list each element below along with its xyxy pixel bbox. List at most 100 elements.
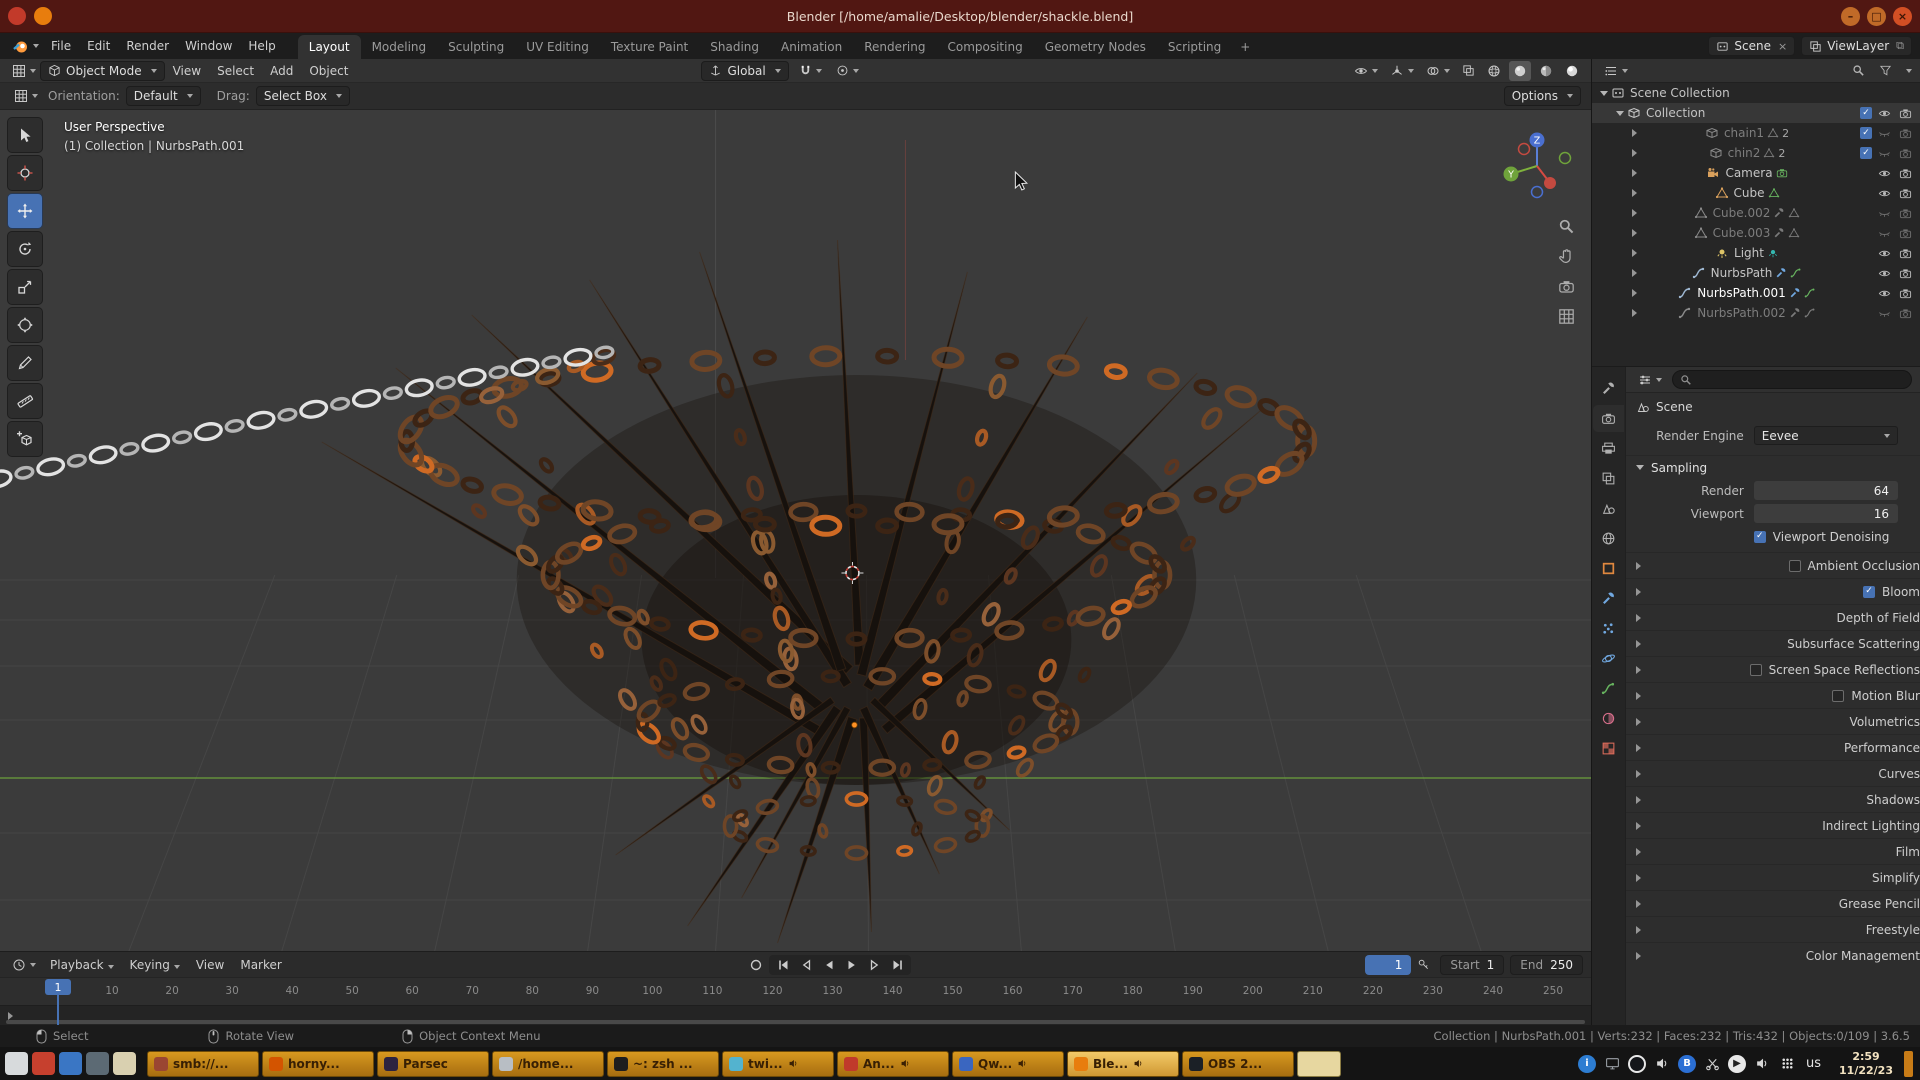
launcher-web-browser[interactable] (32, 1052, 55, 1075)
editor-type-button[interactable] (8, 64, 40, 78)
exclude-checkbox[interactable] (1860, 147, 1872, 159)
menu-window[interactable]: Window (177, 39, 240, 53)
xray-toggle[interactable] (1458, 64, 1479, 77)
timeline-ruler[interactable]: 1102030405060708090100110120130140150160… (0, 977, 1591, 1005)
auto-keying-toggle[interactable] (744, 955, 767, 975)
outliner-editor-icon[interactable] (1600, 64, 1632, 78)
hide-viewport-toggle[interactable] (1875, 147, 1893, 160)
transform-orientation-select[interactable]: Global (701, 61, 788, 81)
add-workspace-button[interactable]: + (1232, 35, 1258, 59)
workspace-tab-rendering[interactable]: Rendering (853, 35, 936, 59)
outliner-row-chin2[interactable]: chin22 (1592, 143, 1920, 163)
outliner-row-Collection[interactable]: Collection (1592, 103, 1920, 123)
viewport-menu-add[interactable]: Add (262, 64, 301, 78)
taskbar-window-an[interactable]: An... (837, 1051, 949, 1077)
disable-render-toggle[interactable] (1896, 307, 1914, 320)
workspace-tab-modeling[interactable]: Modeling (361, 35, 438, 59)
frame-start-field[interactable]: Start1 (1440, 955, 1504, 975)
expander-icon[interactable] (1632, 169, 1703, 177)
workspace-tab-sculpting[interactable]: Sculpting (437, 35, 515, 59)
section-depth-of-field[interactable]: Depth of Field (1626, 604, 1920, 630)
section-sampling[interactable]: Sampling (1626, 455, 1920, 479)
shading-material-button[interactable] (1535, 61, 1557, 81)
active-tool-icon[interactable] (10, 89, 42, 103)
launcher-file-manager[interactable] (59, 1052, 82, 1075)
taskbar-window-obs2[interactable]: OBS 2... (1182, 1051, 1294, 1077)
properties-tab-tool[interactable] (1593, 375, 1624, 402)
properties-tab-particles[interactable] (1593, 615, 1624, 642)
outliner-filter-icon[interactable] (1875, 64, 1896, 77)
play-reverse-button[interactable] (817, 955, 840, 975)
shading-solid-button[interactable] (1509, 61, 1531, 81)
properties-editor-icon[interactable] (1634, 373, 1666, 387)
samples-render-field[interactable]: 64 (1754, 481, 1898, 500)
tool-transform-button[interactable] (7, 307, 43, 343)
disable-render-toggle[interactable] (1896, 247, 1914, 260)
blender-app-icon[interactable] (34, 7, 52, 25)
tray-workspaces-grid[interactable] (1778, 1055, 1796, 1073)
samples-viewport-field[interactable]: 16 (1754, 504, 1898, 523)
disable-render-toggle[interactable] (1896, 287, 1914, 300)
properties-tab-output[interactable] (1593, 435, 1624, 462)
taskbar-window-qw[interactable]: Qw... (952, 1051, 1064, 1077)
tray-volume[interactable] (1653, 1055, 1671, 1073)
menu-edit[interactable]: Edit (79, 39, 118, 53)
menu-file[interactable]: File (43, 39, 79, 53)
shading-wireframe-button[interactable] (1483, 61, 1505, 81)
section-subsurface-scattering[interactable]: Subsurface Scattering (1626, 630, 1920, 656)
taskbar-window-home[interactable]: /home... (492, 1051, 604, 1077)
hide-viewport-toggle[interactable] (1875, 287, 1893, 300)
properties-tab-modifiers[interactable] (1593, 585, 1624, 612)
expander-icon[interactable] (1632, 309, 1675, 317)
workspace-tab-geometry-nodes[interactable]: Geometry Nodes (1034, 35, 1157, 59)
properties-tab-physics[interactable] (1593, 645, 1624, 672)
disable-render-toggle[interactable] (1896, 227, 1914, 240)
menu-render[interactable]: Render (118, 39, 177, 53)
section-curves[interactable]: Curves (1626, 760, 1920, 786)
play-button[interactable] (840, 955, 863, 975)
section-screen-space-reflections[interactable]: Screen Space Reflections (1626, 656, 1920, 682)
viewport-ortho-button[interactable] (1558, 308, 1575, 325)
section-performance[interactable]: Performance (1626, 734, 1920, 760)
taskbar-window-zsh[interactable]: ~: zsh ... (607, 1051, 719, 1077)
channel-expand-icon[interactable] (8, 1012, 1583, 1020)
maximize-button[interactable]: □ (1867, 7, 1886, 26)
expander-icon[interactable] (1632, 269, 1689, 277)
viewlayer-copy-icon[interactable]: ⧉ (1896, 39, 1904, 53)
properties-search-input[interactable] (1672, 370, 1912, 389)
bloom-checkbox[interactable] (1863, 586, 1875, 598)
scene-unlink-icon[interactable]: × (1778, 40, 1787, 53)
tool-add-cube-button[interactable] (7, 421, 43, 457)
outliner-row-NurbsPath[interactable]: NurbsPath (1592, 263, 1920, 283)
launcher-whisker-menu[interactable] (5, 1052, 28, 1075)
next-keyframe-button[interactable] (863, 955, 886, 975)
outliner-row-Camera[interactable]: Camera (1592, 163, 1920, 183)
section-indirect-lighting[interactable]: Indirect Lighting (1626, 812, 1920, 838)
taskbar-window-blank[interactable] (1297, 1051, 1341, 1077)
disable-render-toggle[interactable] (1896, 127, 1914, 140)
workspace-tab-layout[interactable]: Layout (298, 35, 361, 59)
snap-toggle[interactable] (795, 64, 826, 77)
show-desktop-button[interactable] (1904, 1051, 1913, 1077)
timeline-editor-icon[interactable] (8, 958, 40, 972)
tray-audio-mixer[interactable] (1753, 1055, 1771, 1073)
timeline-track[interactable] (0, 1005, 1591, 1026)
workspace-tab-scripting[interactable]: Scripting (1157, 35, 1232, 59)
expander-icon[interactable] (1616, 111, 1624, 116)
hide-viewport-toggle[interactable] (1875, 187, 1893, 200)
expander-icon[interactable] (1632, 129, 1702, 137)
section-bloom[interactable]: Bloom (1626, 578, 1920, 604)
expander-icon[interactable] (1632, 189, 1712, 197)
section-color-management[interactable]: Color Management (1626, 942, 1920, 968)
tray-bluetooth[interactable]: B (1678, 1055, 1696, 1073)
timeline-menu-keying[interactable]: Keying (122, 958, 188, 972)
section-volumetrics[interactable]: Volumetrics (1626, 708, 1920, 734)
viewport-3d[interactable]: User Perspective (1) Collection | NurbsP… (0, 110, 1591, 951)
keyboard-layout-indicator[interactable]: us (1806, 1056, 1821, 1071)
properties-tab-object-data[interactable] (1593, 675, 1624, 702)
workspace-tab-uv-editing[interactable]: UV Editing (515, 35, 600, 59)
timeline-playhead[interactable]: 1 (45, 979, 71, 1025)
section-ambient-occlusion[interactable]: Ambient Occlusion (1626, 552, 1920, 578)
render-engine-select[interactable]: Eevee (1754, 426, 1898, 445)
tool-move-button[interactable] (7, 193, 43, 229)
